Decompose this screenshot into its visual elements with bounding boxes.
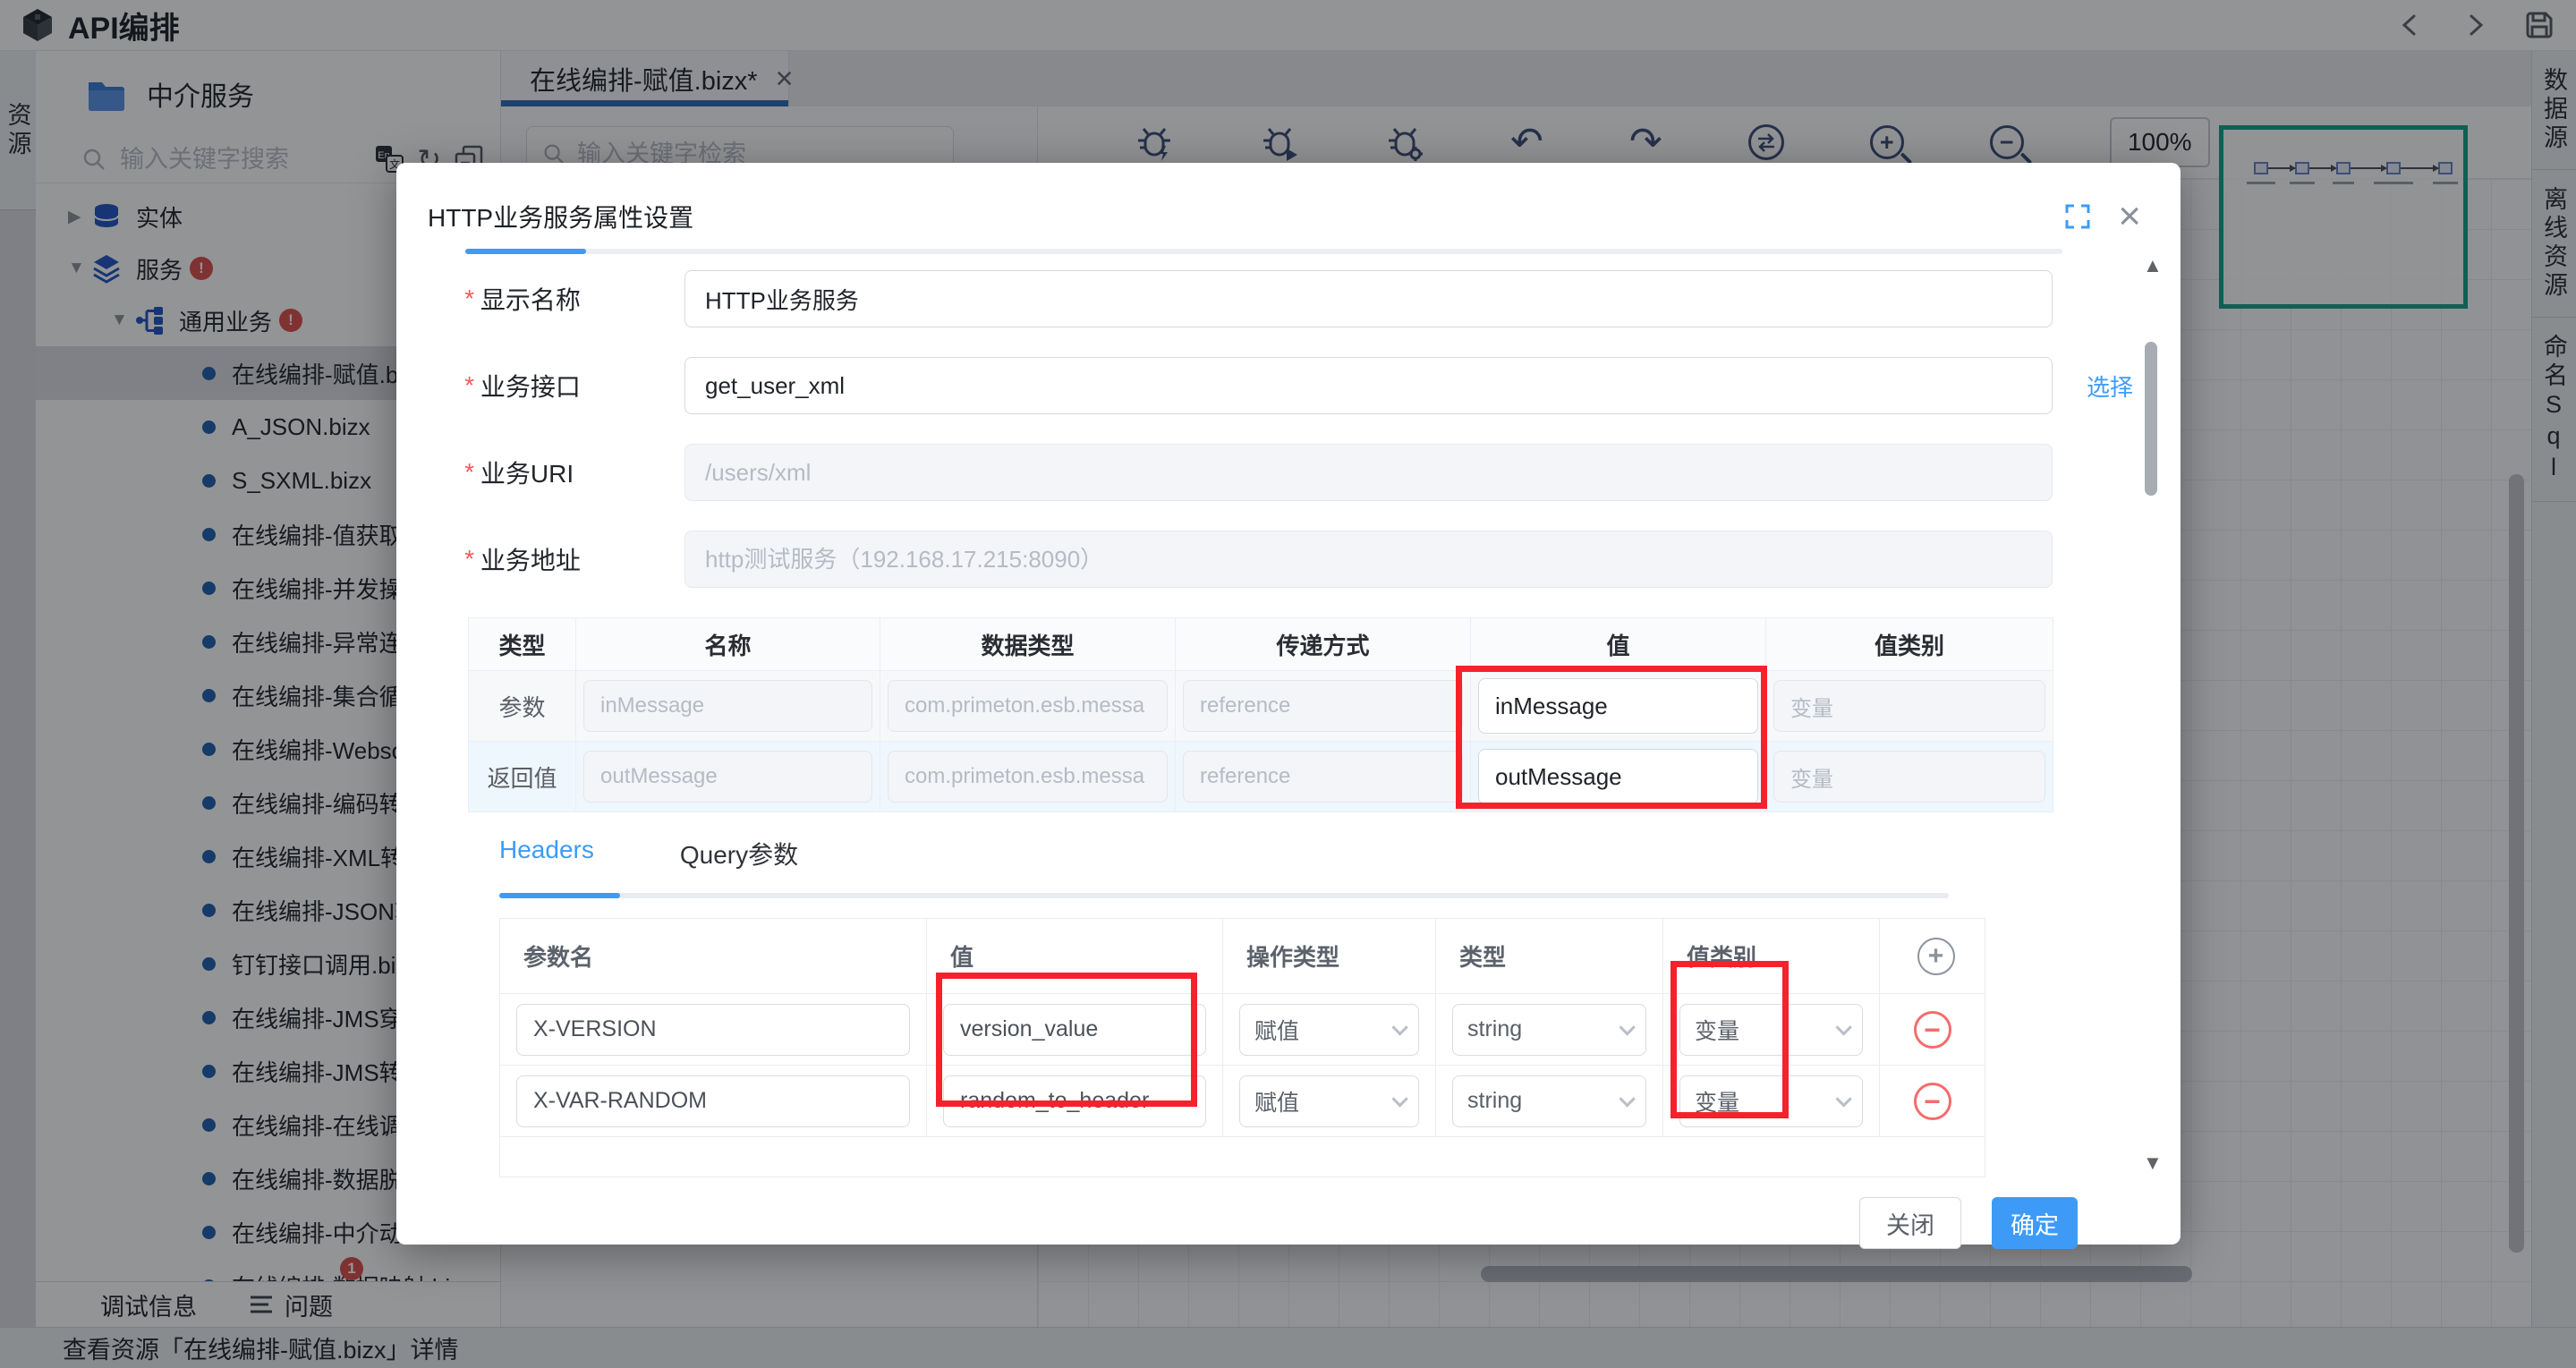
scroll-down-icon[interactable]: ▼ [2143, 1153, 2161, 1173]
header-value-input[interactable] [943, 1075, 1206, 1127]
select-interface-link[interactable]: 选择 [2087, 370, 2133, 403]
field-service-address: *业务地址 [463, 531, 2078, 588]
scroll-up-icon[interactable]: ▲ [2143, 256, 2161, 276]
service-uri-input [684, 444, 2053, 501]
value-category-select[interactable]: 变量 [1679, 1075, 1863, 1127]
dialog-body: *显示名称 *业务接口 选择 *业务URI *业务地址 类型 名称 数据类型 传… [463, 270, 2078, 1249]
tab-query-params[interactable]: Query参数 [680, 836, 798, 871]
param-name-input [583, 751, 872, 803]
fullscreen-icon[interactable] [2064, 203, 2091, 230]
table-row: 赋值 string 变量 − [500, 994, 1985, 1066]
param-value-category-input [1773, 751, 2045, 803]
table-row: 参数 [469, 671, 2053, 742]
param-transfer-input [1183, 680, 1463, 732]
dialog-tabs: Headers Query参数 [499, 836, 2078, 871]
op-type-select[interactable]: 赋值 [1239, 1075, 1419, 1127]
chevron-down-icon [1391, 1091, 1407, 1107]
param-value-category-input [1773, 680, 2045, 732]
table-row: 返回值 [469, 742, 2053, 811]
type-select[interactable]: string [1452, 1075, 1646, 1127]
dialog-header: HTTP业务服务属性设置 × [396, 163, 2181, 234]
dialog-top-scrollbar[interactable] [465, 249, 2062, 254]
header-value-input[interactable] [943, 1004, 1206, 1056]
dialog-footer: 关闭 确定 [463, 1197, 2078, 1249]
tab-headers[interactable]: Headers [499, 836, 594, 871]
params-table: 类型 名称 数据类型 传递方式 值 值类别 参数 返回值 [468, 617, 2053, 812]
service-interface-input[interactable] [684, 357, 2053, 414]
add-row-icon[interactable]: + [1917, 938, 1955, 975]
remove-row-icon[interactable]: − [1914, 1083, 1951, 1120]
param-value-input[interactable] [1478, 678, 1758, 734]
param-transfer-input [1183, 751, 1463, 803]
field-service-uri: *业务URI [463, 444, 2078, 501]
chevron-down-icon [1619, 1019, 1635, 1035]
chevron-down-icon [1835, 1091, 1851, 1107]
param-datatype-input [888, 751, 1168, 803]
service-address-input [684, 531, 2053, 588]
param-value-input[interactable] [1478, 749, 1758, 804]
display-name-input[interactable] [684, 270, 2053, 327]
op-type-select[interactable]: 赋值 [1239, 1004, 1419, 1056]
param-datatype-input [888, 680, 1168, 732]
empty-table-row [500, 1137, 1985, 1177]
table-row: 赋值 string 变量 − [500, 1066, 1985, 1137]
headers-table: 参数名 值 操作类型 类型 值类别 + 赋值 string 变量 − 赋值 st… [499, 918, 1985, 1177]
field-display-name: *显示名称 [463, 270, 2078, 327]
params-table-header: 类型 名称 数据类型 传递方式 值 值类别 [469, 618, 2053, 671]
header-name-input[interactable] [516, 1075, 910, 1127]
remove-row-icon[interactable]: − [1914, 1011, 1951, 1049]
headers-table-header: 参数名 值 操作类型 类型 值类别 + [500, 919, 1985, 994]
chevron-down-icon [1835, 1019, 1851, 1035]
dialog-vertical-scrollbar[interactable]: ▲ ▼ [2143, 256, 2161, 1173]
header-name-input[interactable] [516, 1004, 910, 1056]
scrollbar-thumb[interactable] [2145, 342, 2157, 496]
close-button[interactable]: 关闭 [1859, 1197, 1961, 1249]
close-icon[interactable]: × [2118, 200, 2141, 232]
http-service-properties-dialog: HTTP业务服务属性设置 × *显示名称 *业务接口 选择 *业务URI *业务… [396, 163, 2181, 1245]
type-select[interactable]: string [1452, 1004, 1646, 1056]
param-name-input [583, 680, 872, 732]
confirm-button[interactable]: 确定 [1992, 1197, 2078, 1249]
tabs-scrollbar[interactable] [499, 893, 1949, 898]
value-category-select[interactable]: 变量 [1679, 1004, 1863, 1056]
chevron-down-icon [1391, 1019, 1407, 1035]
field-service-interface: *业务接口 选择 [463, 357, 2078, 414]
chevron-down-icon [1619, 1091, 1635, 1107]
dialog-title: HTTP业务服务属性设置 [428, 199, 2064, 234]
